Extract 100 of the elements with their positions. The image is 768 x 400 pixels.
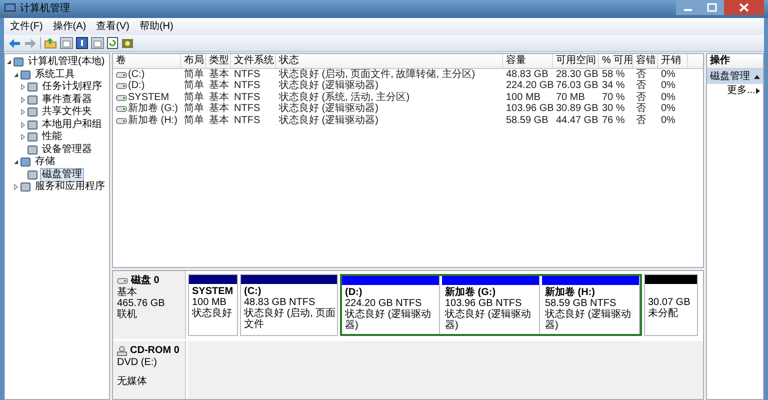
actions-section-header[interactable]: 磁盘管理 (707, 69, 763, 84)
partition-block[interactable]: 新加卷 (H:) 58.59 GB NTFS 状态良好 (逻辑驱动器) (542, 276, 640, 334)
table-cell: 简单 (184, 70, 204, 80)
table-cell: 70 MB (556, 92, 585, 103)
partition-status: 状态良好 (逻辑驱动器) (345, 309, 432, 331)
partition-size: 48.83 GB NTFS (244, 297, 316, 308)
table-cell: 34 % (602, 81, 625, 92)
table-cell: 否 (636, 70, 646, 80)
table-cell: 70 % (602, 92, 625, 103)
table-cell: 44.47 GB (556, 116, 598, 126)
column-header[interactable]: 容量 (503, 54, 553, 68)
tree-item[interactable]: 计算机管理(本地) (26, 55, 107, 70)
table-cell: 简单 (184, 104, 204, 114)
partition-status: 状态良好 (逻辑驱动器) (545, 309, 632, 331)
table-cell: 状态良好 (逻辑驱动器) (279, 81, 378, 92)
column-header[interactable]: 卷 (113, 54, 181, 68)
tree-item[interactable]: 服务和应用程序 (33, 180, 107, 194)
table-cell: 状态良好 (逻辑驱动器) (279, 104, 378, 114)
disk-name: 磁盘 0 (131, 275, 160, 286)
tree-item[interactable]: 设备管理器 (40, 142, 94, 157)
partition-block[interactable]: 30.07 GB 未分配 (644, 274, 698, 336)
table-cell: 30.89 GB (556, 104, 598, 114)
table-cell: 否 (636, 104, 646, 114)
table-cell: 100 MB (506, 92, 540, 103)
table-cell: 基本 (209, 92, 229, 103)
menu-item[interactable]: 文件(F) (10, 22, 43, 32)
column-header[interactable]: 容错 (633, 54, 658, 68)
table-cell: 否 (636, 81, 646, 92)
partition-status: 未分配 (648, 308, 678, 319)
partition-name: 新加卷 (H:) (545, 287, 595, 298)
column-header[interactable]: 文件系统 (231, 54, 276, 68)
tree-item[interactable]: 共享文件夹 (40, 105, 94, 120)
column-header[interactable]: 开销 (658, 54, 688, 68)
disk-type: DVD (E:) (117, 357, 158, 368)
menu-item[interactable]: 查看(V) (96, 22, 130, 32)
column-header[interactable]: 可用空间 (553, 54, 599, 68)
table-cell: 0% (661, 104, 676, 114)
partition-size: 103.96 GB NTFS (445, 298, 522, 309)
extended-partition[interactable]: (D:) 224.20 GB NTFS 状态良好 (逻辑驱动器) 新加卷 (G:) 103.96 GB NTFS 状态良好 (逻辑驱动器) 新加卷 (H:) 58.59 GB NTFS 状态良好 (逻辑驱动器) (340, 274, 642, 336)
table-cell: NTFS (234, 70, 260, 80)
table-cell: 基本 (209, 70, 229, 80)
disk-status: 联机 (117, 309, 138, 320)
table-cell: 否 (636, 116, 646, 126)
column-header[interactable]: 布局 (181, 54, 206, 68)
partition-block[interactable]: 新加卷 (G:) 103.96 GB NTFS 状态良好 (逻辑驱动器) (442, 276, 540, 334)
partition-block[interactable]: (D:) 224.20 GB NTFS 状态良好 (逻辑驱动器) (342, 276, 440, 334)
table-cell: 简单 (184, 81, 204, 92)
table-cell: 58.59 GB (506, 116, 548, 126)
table-cell: 否 (636, 92, 646, 103)
table-cell: 0% (661, 116, 676, 126)
action-link[interactable]: 更多... (707, 84, 763, 98)
table-cell: 状态良好 (启动, 页面文件, 故障转储, 主分区) (279, 70, 476, 80)
partition-size: 100 MB (192, 297, 226, 308)
partition-status: 状态良好 (逻辑驱动器) (445, 309, 532, 331)
partition-status: 状态良好 (启动, 页面文件 (244, 308, 336, 330)
disk-status: 无媒体 (117, 376, 148, 387)
table-cell: (C:) (128, 70, 145, 80)
table-cell: 48.83 GB (506, 70, 548, 80)
table-cell: 76.03 GB (556, 81, 598, 92)
table-cell: 58 % (602, 70, 625, 80)
table-cell: 新加卷 (H:) (128, 116, 178, 126)
table-cell: 简单 (184, 92, 204, 103)
table-cell: 简单 (184, 116, 204, 126)
table-cell: 224.20 GB (506, 81, 554, 92)
table-cell: NTFS (234, 116, 260, 126)
tree-item[interactable]: 事件查看器 (40, 92, 94, 107)
disk-type: 基本 (117, 287, 138, 298)
partition-size: 224.20 GB NTFS (345, 298, 422, 309)
column-header[interactable]: 类型 (206, 54, 231, 68)
partition-name: (D:) (345, 287, 362, 298)
tree-item[interactable]: 性能 (40, 130, 64, 144)
partition-name: 新加卷 (G:) (445, 287, 496, 298)
partition-block[interactable]: (C:) 48.83 GB NTFS 状态良好 (启动, 页面文件 (240, 274, 338, 336)
tree-item[interactable]: 任务计划程序 (40, 80, 104, 94)
menu-item[interactable]: 操作(A) (52, 22, 86, 32)
table-cell: (D:) (128, 81, 145, 92)
table-cell: 基本 (209, 116, 229, 126)
table-cell: 0% (661, 81, 676, 92)
disk-size: 465.76 GB (117, 298, 166, 309)
table-cell: 28.30 GB (556, 70, 598, 80)
table-cell: 76 % (602, 116, 625, 126)
table-cell: 新加卷 (G:) (128, 104, 178, 114)
actions-title: 操作 (707, 54, 763, 69)
tree-item[interactable]: 存储 (33, 155, 57, 170)
table-cell: 状态良好 (逻辑驱动器) (279, 116, 378, 126)
partition-name: SYSTEM (192, 286, 234, 297)
table-cell: 状态良好 (系统, 活动, 主分区) (279, 92, 410, 103)
table-cell: 0% (661, 70, 676, 80)
table-cell: 103.96 GB (506, 104, 554, 114)
menu-item[interactable]: 帮助(H) (139, 22, 174, 32)
table-cell: SYSTEM (128, 92, 170, 103)
table-cell: NTFS (234, 81, 260, 92)
tree-item[interactable]: 本地用户和组 (40, 118, 104, 132)
tree-item[interactable]: 系统工具 (33, 68, 77, 82)
partition-name: (C:) (244, 286, 262, 297)
tree-item[interactable]: 磁盘管理 (40, 168, 84, 182)
table-cell: NTFS (234, 104, 260, 114)
column-header[interactable]: 状态 (276, 54, 503, 68)
partition-block[interactable]: SYSTEM 100 MB 状态良好 (188, 274, 238, 336)
partition-size: 30.07 GB (648, 297, 690, 308)
